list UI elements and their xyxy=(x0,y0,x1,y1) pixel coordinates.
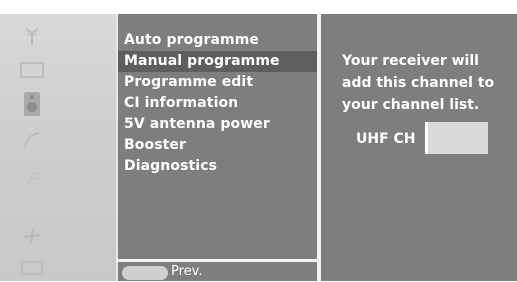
tv-setup-screen: Auto programme Manual programme Programm… xyxy=(0,0,517,281)
key-icon[interactable] xyxy=(14,164,50,192)
info-line: your channel list. xyxy=(342,97,480,113)
menu-item-programme-edit[interactable]: Programme edit xyxy=(118,72,317,93)
info-line: Your receiver will xyxy=(342,53,479,69)
info-message: Your receiver will add this channel to y… xyxy=(342,50,514,116)
picture-icon[interactable] xyxy=(14,56,50,84)
uhf-channel-label: UHF CH xyxy=(356,131,416,147)
speaker-icon[interactable] xyxy=(14,90,50,118)
footer-bar: Prev. xyxy=(118,262,317,281)
menu-item-auto-programme[interactable]: Auto programme xyxy=(118,30,317,51)
menu-item-diagnostics[interactable]: Diagnostics xyxy=(118,156,317,177)
prev-label: Prev. xyxy=(171,264,203,279)
screen-icon[interactable] xyxy=(14,254,50,282)
category-rail xyxy=(0,14,118,281)
antenna-icon[interactable] xyxy=(14,22,50,50)
menu-item-booster[interactable]: Booster xyxy=(118,135,317,156)
setup-menu: Auto programme Manual programme Programm… xyxy=(118,14,317,259)
menu-item-5v-antenna-power[interactable]: 5V antenna power xyxy=(118,114,317,135)
uhf-channel-input[interactable] xyxy=(425,122,488,154)
info-line: add this channel to xyxy=(342,75,495,91)
menu-item-manual-programme[interactable]: Manual programme xyxy=(118,51,317,72)
prev-button[interactable] xyxy=(122,266,168,280)
info-panel: Your receiver will add this channel to y… xyxy=(321,14,517,281)
menu-item-ci-information[interactable]: CI information xyxy=(118,93,317,114)
plane-icon[interactable] xyxy=(14,222,50,250)
clock-icon[interactable] xyxy=(14,126,50,154)
menu-list: Auto programme Manual programme Programm… xyxy=(118,30,317,177)
